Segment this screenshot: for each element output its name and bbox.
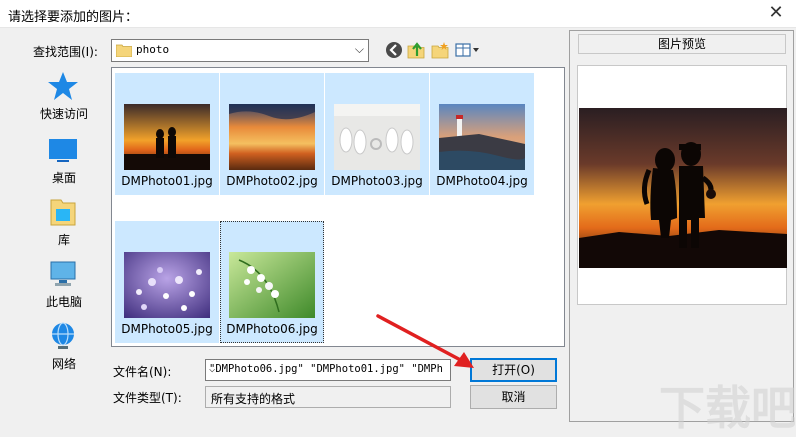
- svg-text:下载吧: 下载吧: [659, 381, 795, 435]
- place-label: 桌面: [51, 171, 76, 185]
- lookin-dropdown[interactable]: photo ⌵: [111, 39, 369, 62]
- window-title: 请选择要添加的图片：: [8, 10, 139, 25]
- file-item[interactable]: DMPhoto05.jpg: [115, 221, 219, 343]
- lookin-value: photo: [136, 43, 170, 56]
- place-library[interactable]: 库: [21, 193, 107, 253]
- file-name: DMPhoto06.jpg: [226, 322, 318, 336]
- thumbnail-couple-sunset: [124, 104, 210, 170]
- network-icon: [52, 322, 74, 349]
- library-icon: [50, 199, 76, 226]
- place-network[interactable]: 网络: [21, 317, 107, 377]
- preview-area: [577, 65, 787, 305]
- place-label: 网络: [51, 357, 76, 371]
- file-name: DMPhoto03.jpg: [331, 174, 423, 188]
- title-bar: 请选择要添加的图片： ✕: [0, 0, 796, 28]
- desktop-icon: [49, 139, 77, 162]
- filetype-label: 文件类型(T):: [113, 391, 182, 405]
- place-label: 快速访问: [39, 107, 88, 121]
- file-name: DMPhoto05.jpg: [121, 322, 213, 336]
- new-folder-icon[interactable]: [430, 40, 450, 60]
- thumbnail-white-sandals: [334, 104, 420, 170]
- place-label: 此电脑: [45, 295, 82, 309]
- annotation-arrow: [376, 314, 474, 368]
- close-icon[interactable]: ✕: [764, 2, 788, 24]
- place-quick-access[interactable]: 快速访问: [21, 67, 107, 127]
- file-name: DMPhoto02.jpg: [226, 174, 318, 188]
- up-folder-icon[interactable]: [406, 40, 426, 60]
- thumbnail-purple-flowers: [124, 252, 210, 318]
- computer-icon: [50, 261, 76, 286]
- chevron-down-icon: ⌵: [354, 42, 364, 56]
- file-name: DMPhoto01.jpg: [121, 174, 213, 188]
- chevron-down-icon: ⌵: [211, 390, 221, 404]
- place-label: 库: [57, 233, 70, 247]
- back-icon[interactable]: [384, 40, 404, 60]
- open-file-dialog: 请选择要添加的图片： ✕ 查找范围(I): photo ⌵ 快速访问 桌面 库 …: [0, 0, 796, 437]
- places-bar: 快速访问 桌面 库 此电脑 网络: [21, 67, 107, 382]
- preview-title: 图片预览: [578, 34, 786, 54]
- thumbnail-lighthouse: [439, 104, 525, 170]
- view-menu-icon[interactable]: [454, 40, 482, 60]
- file-item[interactable]: DMPhoto04.jpg: [430, 73, 534, 195]
- thumbnail-lily-of-valley: [229, 252, 315, 318]
- lookin-label: 查找范围(I):: [33, 45, 98, 59]
- file-item[interactable]: DMPhoto06.jpg: [220, 221, 324, 343]
- thumbnail-beach-sunset: [229, 104, 315, 170]
- place-this-pc[interactable]: 此电脑: [21, 255, 107, 315]
- file-item[interactable]: DMPhoto03.jpg: [325, 73, 429, 195]
- file-list[interactable]: DMPhoto01.jpg DMPhoto02.jpg DMPhoto03.jp…: [111, 67, 565, 347]
- star-pin-icon: [48, 72, 78, 100]
- preview-image: [579, 108, 787, 268]
- folder-icon: [116, 44, 132, 57]
- watermark-logo: 下载吧: [659, 381, 795, 435]
- file-item[interactable]: DMPhoto01.jpg: [115, 73, 219, 195]
- filename-label: 文件名(N):: [113, 365, 172, 379]
- cancel-button[interactable]: 取消: [470, 385, 557, 409]
- file-item[interactable]: DMPhoto02.jpg: [220, 73, 324, 195]
- filetype-select[interactable]: 所有支持的格式 ⌵: [205, 386, 451, 408]
- place-desktop[interactable]: 桌面: [21, 131, 107, 191]
- file-name: DMPhoto04.jpg: [436, 174, 528, 188]
